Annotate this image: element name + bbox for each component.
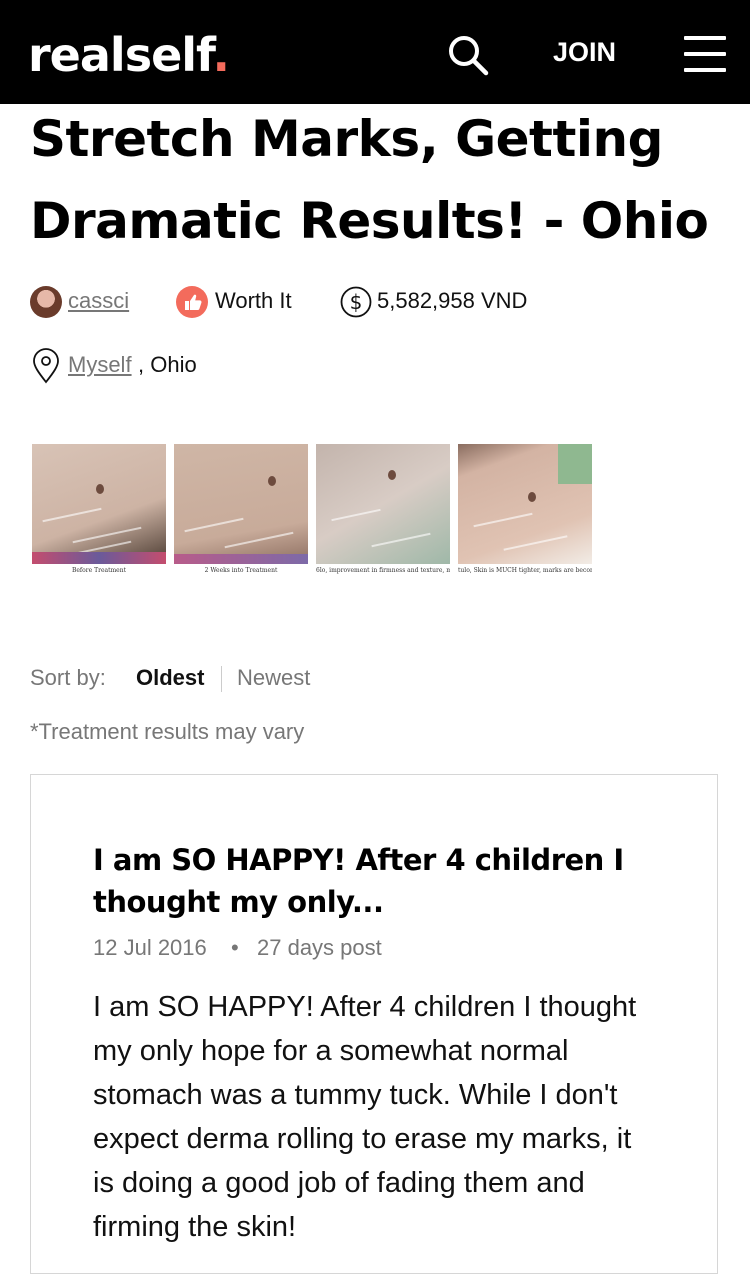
days-post: 27 days post xyxy=(257,935,382,960)
author-link[interactable]: cassci xyxy=(68,288,129,314)
photo-caption: tulo, Skin is MUCH tighter, marks are be… xyxy=(458,564,592,578)
review-title: Stretch Marks, Getting Dramatic Results!… xyxy=(30,110,709,250)
thumbs-up-icon xyxy=(176,286,208,318)
realself-logo[interactable]: realself. xyxy=(28,28,231,82)
logo-text: realself xyxy=(28,28,214,82)
join-button[interactable]: JOIN xyxy=(553,37,616,68)
date-separator: • xyxy=(231,935,239,960)
sort-divider xyxy=(221,666,222,692)
provider-link[interactable]: Myself xyxy=(68,352,132,378)
location-text: , Ohio xyxy=(138,352,197,377)
logo-dot: . xyxy=(212,28,231,82)
photo-thumbnail[interactable]: 2 Weeks into Treatment xyxy=(174,444,308,578)
update-date: 12 Jul 2016 xyxy=(93,935,207,960)
photo-caption: 2 Weeks into Treatment xyxy=(174,564,308,578)
update-card[interactable]: I am SO HAPPY! After 4 children I though… xyxy=(30,774,718,1274)
photo-thumbnail[interactable]: Before Treatment xyxy=(32,444,166,578)
photo-thumbnail[interactable]: tulo, Skin is MUCH tighter, marks are be… xyxy=(458,444,592,578)
treatment-price: 5,582,958 VND xyxy=(377,288,528,313)
location-pin-icon xyxy=(33,348,59,384)
search-icon[interactable] xyxy=(446,33,490,77)
dollar-icon: $ xyxy=(340,286,372,318)
sort-newest-option[interactable]: Newest xyxy=(237,665,310,691)
results-disclaimer: *Treatment results may vary xyxy=(30,719,305,744)
photo-caption: 6lo, improvement in firmness and texture… xyxy=(316,564,450,578)
sort-label: Sort by: xyxy=(30,665,106,690)
photo-caption: Before Treatment xyxy=(32,564,166,578)
photo-thumbnail[interactable]: 6lo, improvement in firmness and texture… xyxy=(316,444,450,578)
top-navigation-bar: realself. JOIN xyxy=(0,0,750,104)
sort-oldest-option[interactable]: Oldest xyxy=(136,665,204,691)
author-avatar[interactable] xyxy=(30,286,62,318)
hamburger-menu-icon[interactable] xyxy=(684,36,726,74)
worth-it-rating: Worth It xyxy=(215,288,292,313)
update-title[interactable]: I am SO HAPPY! After 4 children I though… xyxy=(93,839,653,923)
svg-text:$: $ xyxy=(350,290,363,314)
update-body: I am SO HAPPY! After 4 children I though… xyxy=(93,991,637,1243)
